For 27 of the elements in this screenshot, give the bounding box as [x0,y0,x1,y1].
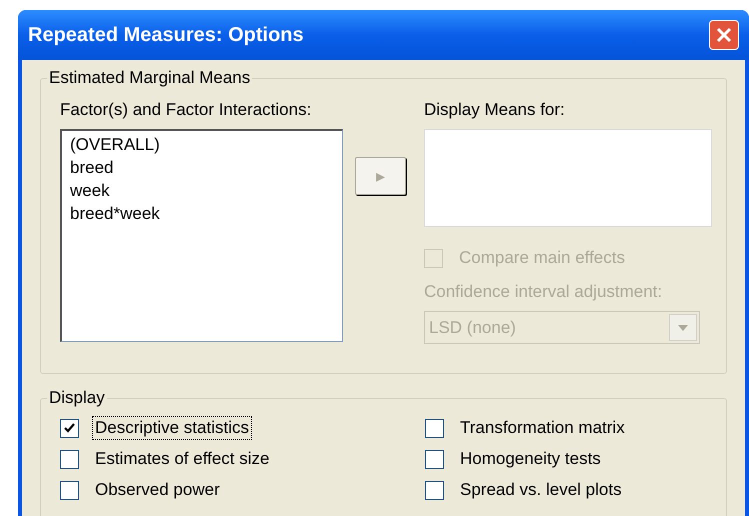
dropdown-value: LSD (none) [429,316,516,339]
close-icon [716,27,732,43]
list-label: Display Means for: [424,99,566,121]
checkmark-icon [64,422,75,434]
checkbox-label: Descriptive statistics [93,417,251,439]
close-button[interactable] [709,20,739,50]
factors-list[interactable]: (OVERALL) breed week breed*week [60,129,343,342]
checkbox[interactable] [60,450,79,468]
checkbox-label: Estimates of effect size [94,448,270,470]
list-label: Factor(s) and Factor Interactions: [60,99,312,121]
checkbox[interactable] [425,480,444,500]
window-title: Repeated Measures: Options [28,23,304,48]
checkbox-label: Transformation matrix [459,417,626,439]
checkbox-label: Homogeneity tests [459,448,602,470]
list-item[interactable]: breed [70,156,342,179]
caret-icon [678,324,688,330]
checkbox[interactable] [60,418,79,438]
list-item[interactable]: (OVERALL) [70,133,342,156]
checkbox[interactable] [60,480,79,500]
checkbox[interactable] [425,450,444,468]
checkbox-label: Compare main effects [458,247,626,269]
checkbox[interactable] [425,418,444,438]
checkbox-label: Spread vs. level plots [459,479,623,501]
list-item[interactable]: breed*week [70,202,342,225]
checkbox-label: Observed power [94,479,221,501]
dropdown-label: Confidence interval adjustment: [424,281,664,303]
list-item[interactable]: week [70,179,342,202]
